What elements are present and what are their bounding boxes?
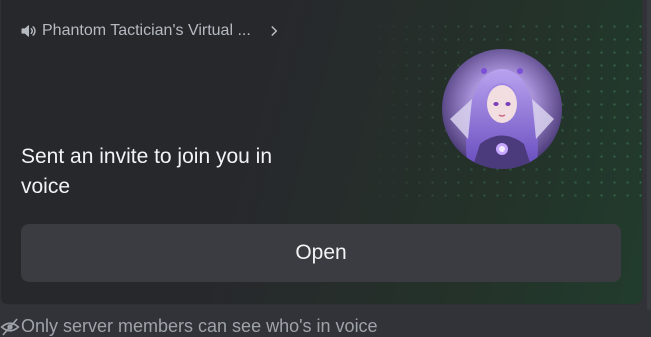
card-edge [647,0,651,310]
channel-link[interactable]: Phantom Tactician's Virtual ... [20,22,281,40]
voice-invite-view: Phantom Tactician's Virtual ... Sent an … [0,0,651,337]
chevron-right-icon[interactable] [267,24,281,38]
invite-message: Sent an invite to join you in voice [21,145,272,198]
privacy-notice-text: Only server members can see who's in voi… [21,316,378,336]
channel-name[interactable]: Phantom Tactician's Virtual ... [42,22,251,40]
privacy-notice: Only server members can see who's in voi… [0,316,378,337]
voice-invite-card: Phantom Tactician's Virtual ... Sent an … [0,0,643,305]
speaker-icon [20,22,38,40]
open-button[interactable]: Open [21,224,621,282]
avatar[interactable] [442,49,562,169]
eye-off-icon [0,317,20,337]
